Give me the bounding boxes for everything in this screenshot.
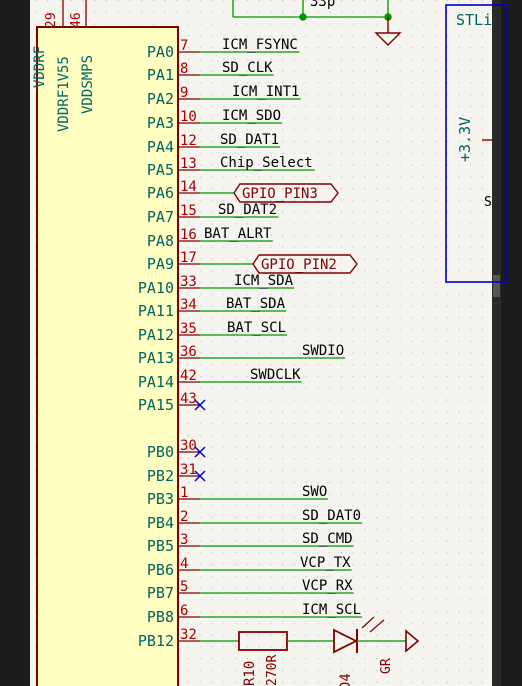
pin-name-pa13: PA13 [138, 349, 174, 367]
net-label-pb6: VCP_TX [300, 555, 351, 571]
net-label-pa13: SWDIO [302, 343, 344, 359]
resistor-value-label: 270R [265, 655, 280, 686]
capacitor-value-partial: 33p [310, 0, 335, 10]
pin-number-pa14: 42 [180, 368, 197, 384]
pin-number-pb7: 5 [180, 579, 188, 595]
pin-number-pa12: 35 [180, 321, 197, 337]
pin-name-pb6: PB6 [147, 561, 174, 579]
pin-number-pb0: 30 [180, 438, 197, 454]
pin-number-pb3: 1 [180, 485, 188, 501]
net-label-pa1: SD_CLK [222, 60, 273, 76]
pin-number-pa8: 16 [180, 227, 197, 243]
pin-number-pa15: 43 [180, 391, 197, 407]
pin-number-pb2: 31 [180, 462, 197, 478]
pin-name-pa14: PA14 [138, 373, 174, 391]
right-scrollbar-thumb[interactable] [493, 275, 500, 297]
pin-name-pa11: PA11 [138, 302, 174, 320]
top-pin-number-29: 29 [44, 12, 59, 28]
pin-name-pa3: PA3 [147, 114, 174, 132]
net-label-pa14: SWDCLK [250, 367, 301, 383]
pin-number-pa0: 7 [180, 38, 188, 54]
pin-number-pb5: 3 [180, 532, 188, 548]
net-label-pb5: SD_CMD [302, 531, 353, 547]
pin-name-pb4: PB4 [147, 514, 174, 532]
pin-name-pa9: PA9 [147, 255, 174, 273]
pin-number-pa7: 15 [180, 203, 197, 219]
pin-name-pa4: PA4 [147, 138, 174, 156]
stlink-power-label: +3.3V [456, 117, 474, 162]
net-label-pb4: SD_DAT0 [302, 508, 361, 524]
pin-name-pa2: PA2 [147, 90, 174, 108]
pin-number-pa6: 14 [180, 179, 197, 195]
pin-name-pa12: PA12 [138, 326, 174, 344]
net-label-pa12: BAT_SCL [227, 320, 286, 336]
pin-number-pb8: 6 [180, 603, 188, 619]
pin-number-pb12: 32 [180, 627, 197, 643]
net-label-pa8: BAT_ALRT [204, 226, 272, 242]
resistor-ref-label: R10 [242, 661, 258, 686]
top-pin-number-46: 46 [69, 12, 84, 28]
pin-name-pb2: PB2 [147, 467, 174, 485]
pin-name-pb0: PB0 [147, 443, 174, 461]
net-label-pb8: ICM_SCL [302, 602, 361, 618]
net-label-pb3: SWO [302, 484, 327, 500]
led-value-label: GR [379, 658, 394, 674]
pin-number-pb4: 2 [180, 509, 188, 525]
net-label-pa2: ICM_INT1 [232, 84, 299, 100]
pin-name-pb8: PB8 [147, 608, 174, 626]
led-ref-label: D4 [338, 673, 354, 686]
pin-number-pa13: 36 [180, 344, 197, 360]
pin-number-pa11: 34 [180, 297, 197, 313]
pin-name-pa6: PA6 [147, 184, 174, 202]
pin-name-pb5: PB5 [147, 537, 174, 555]
power-pin-name-vddrf1v55: VDDRF1V55 [56, 56, 72, 132]
net-label-pa10: ICM_SDA [234, 273, 294, 289]
pin-number-pa1: 8 [180, 61, 188, 77]
pin-number-pa5: 13 [180, 156, 197, 172]
stlink-title: STLi [456, 11, 492, 29]
pin-name-pb12: PB12 [138, 632, 174, 650]
pin-name-pa10: PA10 [138, 279, 174, 297]
net-label-pa3: ICM_SDO [222, 108, 281, 124]
pin-name-pa5: PA5 [147, 161, 174, 179]
net-label-pb7: VCP_RX [302, 578, 353, 594]
pin-number-pa3: 10 [180, 109, 197, 125]
pin-number-pb6: 4 [180, 556, 188, 572]
pin-name-pb7: PB7 [147, 584, 174, 602]
pin-name-pa8: PA8 [147, 232, 174, 250]
stlink-side-label: S [484, 195, 492, 210]
right-scrollbar[interactable] [492, 0, 501, 686]
left-border [0, 0, 30, 686]
pin-name-pa15: PA15 [138, 396, 174, 414]
global-label-text-pa9: GPIO_PIN2 [261, 257, 337, 273]
global-label-text-pa6: GPIO_PIN3 [242, 186, 318, 202]
pin-number-pa10: 33 [180, 274, 197, 290]
pin-name-pb3: PB3 [147, 490, 174, 508]
net-label-pa0: ICM_FSYNC [222, 37, 298, 53]
pin-name-pa1: PA1 [147, 66, 174, 84]
net-label-pa7: SD_DAT2 [218, 202, 277, 218]
net-label-pa4: SD_DAT1 [220, 132, 279, 148]
pin-name-pa7: PA7 [147, 208, 174, 226]
pin-number-pa2: 9 [180, 85, 188, 101]
pin-name-pa0: PA0 [147, 43, 174, 61]
net-label-pa5: Chip_Select [220, 155, 313, 171]
schematic-canvas[interactable]: 29 46 VDDRF VDDRF1V55 VDDSMPS PA0 7 ICM_FS… [0, 0, 522, 686]
pin-number-pa9: 17 [180, 250, 197, 266]
power-pin-name-vddsmps: VDDSMPS [80, 55, 96, 114]
net-label-pa11: BAT_SDA [226, 296, 286, 312]
pin-number-pa4: 12 [180, 133, 197, 149]
power-pin-name-vddrf: VDDRF [32, 46, 48, 88]
